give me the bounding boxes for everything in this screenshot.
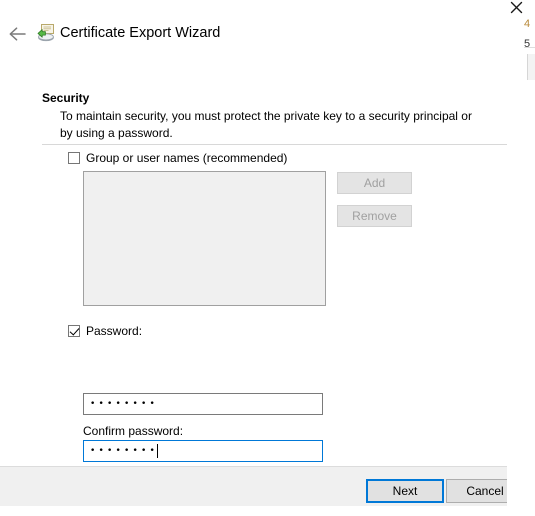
page-title: Certificate Export Wizard <box>60 25 221 41</box>
window-bottom-edge <box>0 506 507 516</box>
background-peek-line-1: 4 <box>524 18 531 30</box>
group-or-user-names-listbox[interactable] <box>83 171 326 306</box>
cancel-button[interactable]: Cancel <box>446 479 507 503</box>
background-peek-text: 4 5 <box>524 14 535 54</box>
background-peek-panel <box>527 54 535 80</box>
password-checkbox-label: Password: <box>86 324 143 338</box>
group-or-user-names-checkbox[interactable] <box>68 152 80 164</box>
section-description: To maintain security, you must protect t… <box>60 109 472 140</box>
section-heading: Security <box>42 91 90 105</box>
confirm-password-input[interactable]: •••••••• <box>83 440 323 462</box>
text-caret <box>157 444 159 458</box>
certificate-export-wizard-window: Certificate Export Wizard Security To ma… <box>0 0 507 516</box>
add-button[interactable]: Add <box>337 172 412 194</box>
remove-button[interactable]: Remove <box>337 205 412 227</box>
confirm-password-label: Confirm password: <box>83 424 184 438</box>
section-divider <box>42 144 507 145</box>
close-icon[interactable] <box>505 0 527 14</box>
background-peek-divider <box>524 47 535 48</box>
group-or-user-names-checkbox-row[interactable]: Group or user names (recommended) <box>68 151 287 165</box>
next-button[interactable]: Next <box>366 479 444 503</box>
group-or-user-names-label: Group or user names (recommended) <box>86 151 288 165</box>
password-checkbox-row[interactable]: Password: <box>68 324 142 338</box>
password-input-value: •••••••• <box>90 398 159 409</box>
back-arrow-icon[interactable] <box>4 22 32 46</box>
wizard-content-pane: Security To maintain security, you must … <box>0 58 507 495</box>
certificate-export-icon <box>36 23 56 43</box>
password-checkbox[interactable] <box>68 325 80 337</box>
confirm-password-input-value: •••••••• <box>90 445 159 456</box>
background-peek-line-2: 5 <box>524 38 531 50</box>
password-input[interactable]: •••••••• <box>83 393 323 415</box>
wizard-titlebar: Certificate Export Wizard <box>0 0 507 58</box>
